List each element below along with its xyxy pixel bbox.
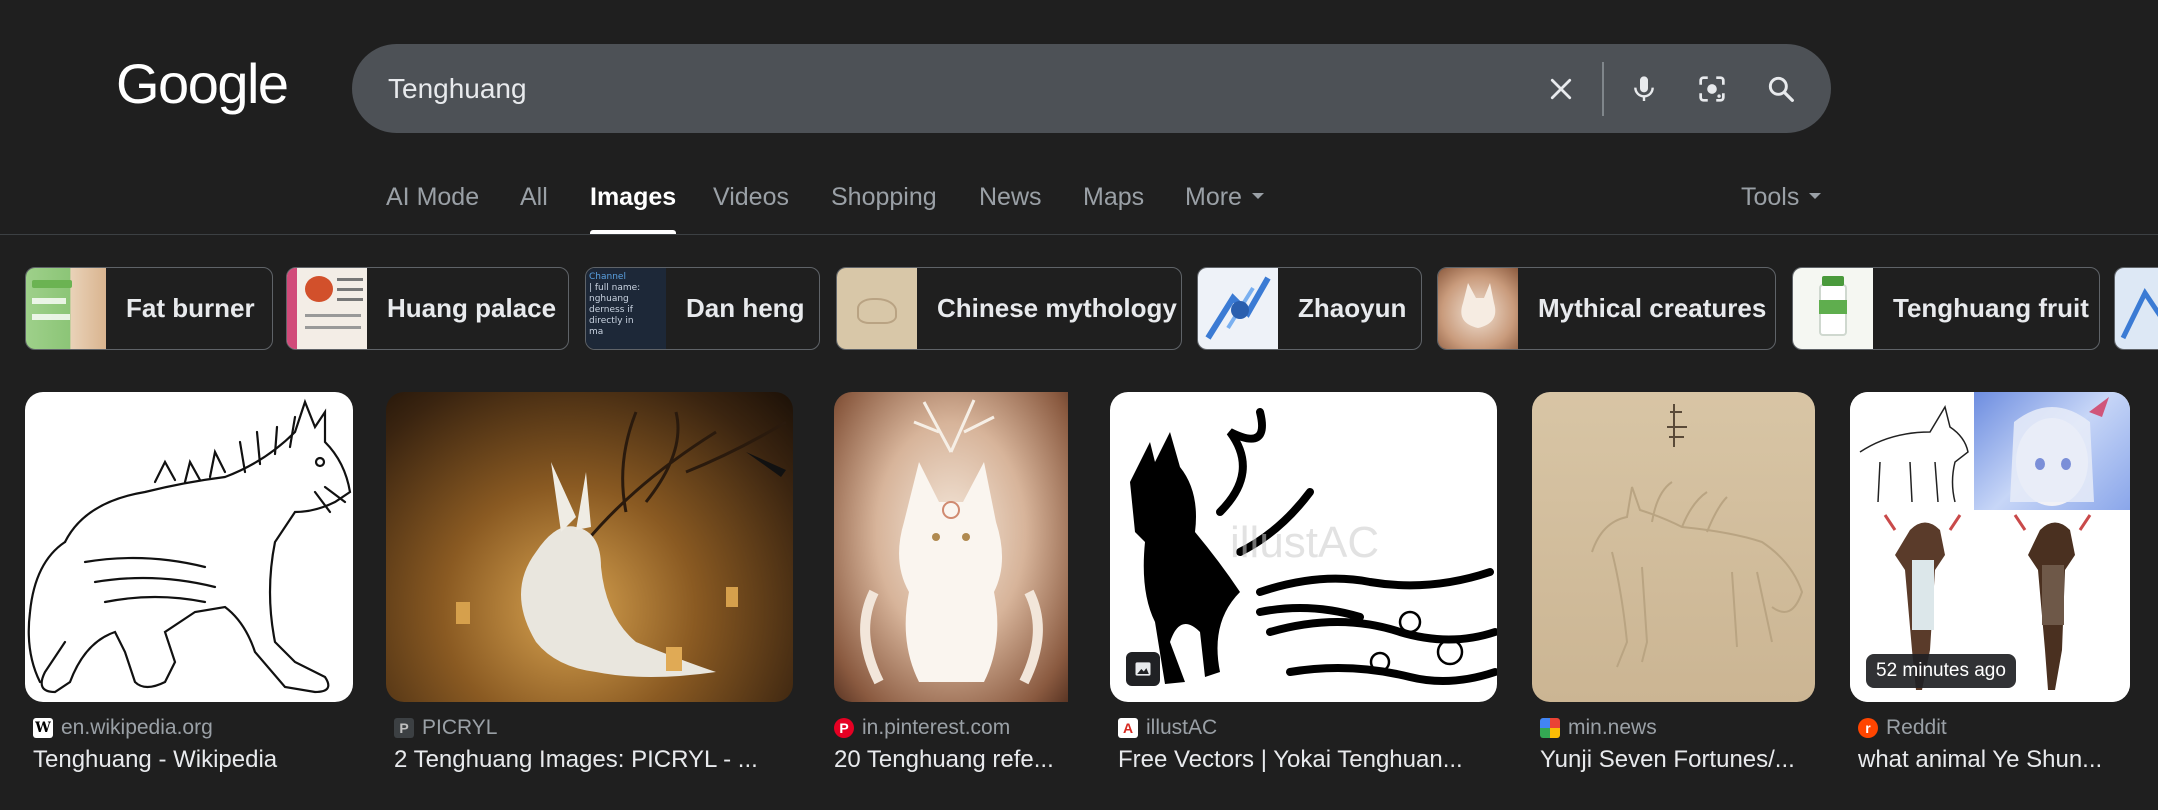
- lens-camera-icon[interactable]: [1689, 66, 1735, 112]
- result-title[interactable]: Tenghuang - Wikipedia: [33, 746, 353, 774]
- result-title[interactable]: what animal Ye Shun...: [1858, 746, 2120, 774]
- search-divider: [1602, 62, 1604, 116]
- pinterest-icon: P: [834, 718, 854, 738]
- search-tabs: AI Mode All Images Videos Shopping News …: [0, 170, 2158, 234]
- chip-fat-burner[interactable]: Fat burner: [25, 267, 273, 350]
- result-source[interactable]: min.news: [1540, 716, 1657, 740]
- tab-all[interactable]: All: [520, 170, 548, 234]
- chip-thumbnail: [1793, 268, 1873, 349]
- watermark-text: illustAC: [1230, 518, 1379, 567]
- chip-label: Chinese mythology: [937, 293, 1177, 323]
- chip-thumbnail: [1198, 268, 1278, 349]
- thumb-text: nghuang: [589, 294, 629, 304]
- microphone-icon[interactable]: [1621, 66, 1667, 112]
- chip-label: Tenghuang fruit: [1893, 293, 2089, 323]
- chip-zhaoyun[interactable]: Zhaoyun: [1197, 267, 1422, 350]
- clear-icon[interactable]: [1538, 66, 1584, 112]
- result-image[interactable]: [834, 392, 1068, 702]
- result-image[interactable]: [386, 392, 793, 702]
- tools-button[interactable]: Tools: [1741, 170, 1822, 234]
- chip-thumbnail: [837, 268, 917, 349]
- tab-ai-mode[interactable]: AI Mode: [386, 170, 479, 234]
- chip-label: Zhaoyun: [1298, 293, 1407, 323]
- result-title[interactable]: Free Vectors | Yokai Tenghuan...: [1118, 746, 1498, 774]
- picryl-icon: P: [394, 718, 414, 738]
- result-source[interactable]: r Reddit: [1858, 716, 1947, 740]
- chip-thumbnail: [2115, 268, 2158, 349]
- result-source[interactable]: P in.pinterest.com: [834, 716, 1010, 740]
- search-query-text[interactable]: Tenghuang: [388, 44, 527, 133]
- chip-thumbnail: [1438, 268, 1518, 349]
- chip-thumbnail: Channel | full name: nghuang derness if …: [586, 268, 666, 349]
- result-source[interactable]: W en.wikipedia.org: [33, 716, 213, 740]
- chip-next-partial[interactable]: [2114, 267, 2158, 350]
- search-box[interactable]: Tenghuang: [352, 44, 1831, 133]
- wikipedia-icon: W: [33, 718, 53, 738]
- tab-more-label: More: [1185, 183, 1242, 211]
- chip-thumbnail: [287, 268, 367, 349]
- chip-huang-palace[interactable]: Huang palace: [286, 267, 569, 350]
- time-badge: 52 minutes ago: [1866, 654, 2016, 688]
- chip-mythical-creatures[interactable]: Mythical creatures: [1437, 267, 1776, 350]
- thumb-text: ma: [589, 327, 604, 337]
- chip-label: Dan heng: [686, 293, 805, 323]
- result-title[interactable]: 2 Tenghuang Images: PICRYL - ...: [394, 746, 794, 774]
- chip-dan-heng[interactable]: Channel | full name: nghuang derness if …: [585, 267, 820, 350]
- result-source[interactable]: A illustAC: [1118, 716, 1217, 740]
- google-logo[interactable]: Google: [116, 56, 289, 112]
- thumb-anime-portrait: [1974, 392, 2130, 510]
- thumb-text: derness if directly in: [589, 305, 634, 326]
- thumb-sketch: [1850, 392, 1974, 510]
- chip-label: Huang palace: [387, 293, 557, 323]
- thumb-text: Channel: [589, 272, 626, 282]
- search-icon[interactable]: [1758, 66, 1804, 112]
- min-news-icon: [1540, 718, 1560, 738]
- result-source[interactable]: P PICRYL: [394, 716, 497, 740]
- tools-label: Tools: [1741, 183, 1800, 211]
- result-image[interactable]: [1532, 392, 1815, 702]
- tab-images[interactable]: Images: [590, 170, 677, 234]
- chip-thumbnail: [26, 268, 106, 349]
- chip-chinese-mythology[interactable]: Chinese mythology: [836, 267, 1182, 350]
- result-image[interactable]: [25, 392, 353, 702]
- tab-more[interactable]: More: [1185, 170, 1264, 234]
- result-source-name: PICRYL: [422, 716, 498, 739]
- result-source-name: min.news: [1568, 716, 1657, 739]
- chevron-down-icon: [1251, 193, 1264, 200]
- illustac-icon: A: [1118, 718, 1138, 738]
- chip-label: Fat burner: [126, 293, 255, 323]
- result-image[interactable]: illustAC: [1110, 392, 1497, 702]
- result-source-name: en.wikipedia.org: [61, 716, 213, 739]
- result-source-name: in.pinterest.com: [862, 716, 1011, 739]
- result-image[interactable]: 52 minutes ago: [1850, 392, 2130, 702]
- chevron-down-icon: [1809, 193, 1822, 200]
- tab-news[interactable]: News: [979, 170, 1042, 234]
- tab-shopping[interactable]: Shopping: [831, 170, 937, 234]
- result-source-name: illustAC: [1146, 716, 1218, 739]
- tab-maps[interactable]: Maps: [1083, 170, 1144, 234]
- header-divider: [0, 234, 2158, 235]
- result-source-name: Reddit: [1886, 716, 1947, 739]
- image-icon: [1126, 652, 1160, 686]
- thumb-text: | full name:: [589, 283, 641, 293]
- result-title[interactable]: 20 Tenghuang refe...: [834, 746, 1068, 774]
- chip-label: Mythical creatures: [1538, 293, 1767, 323]
- tab-videos[interactable]: Videos: [713, 170, 789, 234]
- result-title[interactable]: Yunji Seven Fortunes/...: [1540, 746, 1816, 774]
- chip-tenghuang-fruit[interactable]: Tenghuang fruit: [1792, 267, 2100, 350]
- reddit-icon: r: [1858, 718, 1878, 738]
